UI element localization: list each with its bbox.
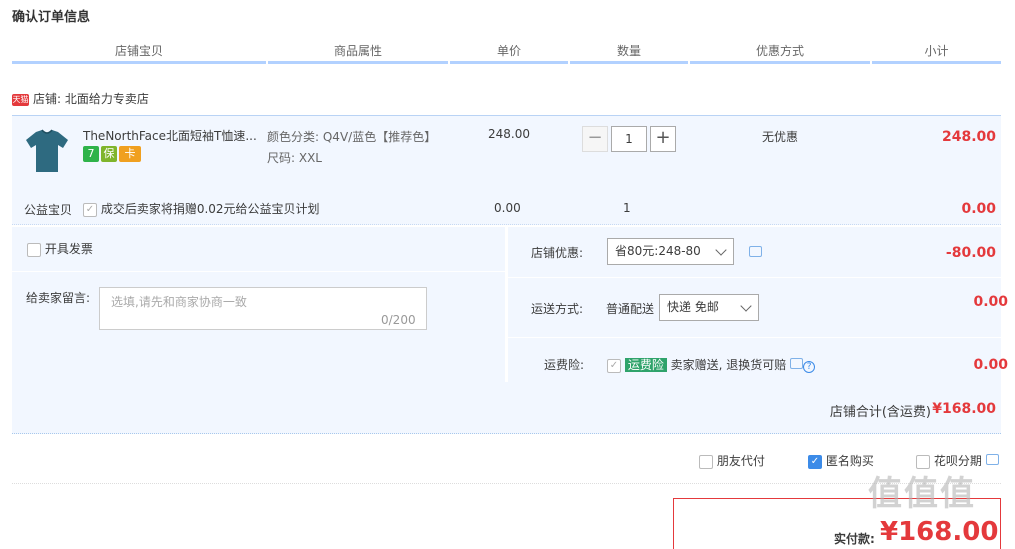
- charity-text: 成交后卖家将捐赠0.02元给公益宝贝计划: [100, 202, 320, 216]
- chevron-down-icon: [715, 244, 727, 256]
- charity-subtotal: 0.00: [961, 201, 996, 217]
- seven-day-return-icon[interactable]: 7: [83, 146, 99, 162]
- credit-card-icon[interactable]: 卡: [119, 146, 141, 162]
- shipping-option: 快递 免邮: [667, 300, 719, 314]
- unit-price: 248.00: [488, 127, 530, 141]
- insurance-amount: 0.00: [973, 357, 1008, 373]
- note-label: 给卖家留言:: [26, 291, 91, 305]
- attr-size: 尺码: XXL: [267, 151, 322, 165]
- chat-icon[interactable]: [790, 358, 804, 369]
- page-title: 确认订单信息: [12, 10, 91, 25]
- anonymous-option[interactable]: ✓ 匿名购买: [808, 452, 874, 469]
- divider: [508, 277, 1001, 278]
- charity-checkbox[interactable]: ✓: [83, 202, 97, 217]
- divider: [12, 483, 1001, 484]
- shop-line[interactable]: 天猫 店铺: 北面给力专卖店: [12, 90, 149, 107]
- insurance-row: ✓ 运费险 卖家赠送, 退换货可赔 ?: [607, 356, 816, 373]
- service-badges: 7保卡: [83, 146, 143, 162]
- shop-total-label: 店铺合计(含运费): [829, 405, 931, 420]
- shop-discount-amount: -80.00: [945, 245, 996, 261]
- promo-method: 无优惠: [762, 130, 799, 144]
- friend-pay-label: 朋友代付: [716, 454, 765, 468]
- shop-name[interactable]: 店铺: 北面给力专卖店: [33, 92, 149, 106]
- tmall-icon: 天猫: [12, 93, 29, 106]
- shipping-label: 运送方式:: [531, 302, 584, 316]
- charity-price: 0.00: [494, 201, 521, 215]
- pay-label: 实付款:: [834, 532, 875, 546]
- shop-total-value: ¥168.00: [932, 401, 996, 417]
- shop-discount-select[interactable]: 省80元:248-80: [607, 238, 734, 265]
- anonymous-checkbox[interactable]: ✓: [808, 454, 822, 469]
- anonymous-label: 匿名购买: [825, 454, 874, 468]
- col-header-qty: 数量: [570, 44, 688, 64]
- col-header-subtotal: 小计: [872, 44, 1001, 64]
- note-placeholder: 选填,请先和商家协商一致: [111, 295, 247, 309]
- help-icon[interactable]: ?: [803, 361, 816, 373]
- qty-plus-button[interactable]: +: [650, 126, 676, 152]
- col-header-item: 店铺宝贝: [12, 44, 266, 64]
- shipping-type: 普通配送: [606, 302, 655, 316]
- shop-discount-label: 店铺优惠:: [531, 246, 584, 260]
- friend-pay-option[interactable]: 朋友代付: [699, 452, 765, 469]
- divider: [508, 337, 1001, 338]
- quantity-stepper: − 1 +: [582, 126, 676, 152]
- product-attributes: 颜色分类: Q4V/蓝色【推荐色】 尺码: XXL: [267, 127, 436, 169]
- item-subtotal: 248.00: [941, 129, 996, 145]
- qty-input[interactable]: 1: [611, 126, 647, 152]
- invoice-option[interactable]: 开具发票: [27, 240, 93, 257]
- watermark-logo: 值值值: [868, 474, 976, 514]
- insurance-label: 运费险:: [544, 358, 585, 372]
- col-header-price: 单价: [450, 44, 568, 64]
- invoice-label: 开具发票: [44, 242, 93, 256]
- product-name-link[interactable]: TheNorthFace北面短袖T恤速...: [83, 127, 261, 144]
- chevron-down-icon: [740, 300, 752, 312]
- guarantee-icon[interactable]: 保: [101, 146, 117, 162]
- col-header-attr: 商品属性: [268, 44, 448, 64]
- shop-discount-value: 省80元:248-80: [615, 244, 701, 258]
- pay-value: ¥168.00: [880, 517, 999, 547]
- insurance-badge: 运费险: [624, 358, 667, 372]
- note-counter: 0/200: [381, 313, 416, 327]
- friend-pay-checkbox[interactable]: [699, 454, 713, 469]
- shipping-amount: 0.00: [973, 294, 1008, 310]
- charity-label: 公益宝贝: [24, 203, 73, 217]
- invoice-checkbox[interactable]: [27, 242, 41, 257]
- charity-qty: 1: [623, 201, 631, 215]
- charity-row: ✓ 成交后卖家将捐赠0.02元给公益宝贝计划: [83, 200, 320, 217]
- divider: [12, 271, 505, 272]
- attr-color: 颜色分类: Q4V/蓝色【推荐色】: [267, 130, 437, 144]
- insurance-checkbox[interactable]: ✓: [607, 358, 621, 373]
- shipping-select[interactable]: 快递 免邮: [659, 294, 759, 321]
- qty-minus-button[interactable]: −: [582, 126, 608, 152]
- insurance-text: 卖家赠送, 退换货可赔: [670, 358, 787, 372]
- chat-icon[interactable]: [985, 454, 999, 465]
- product-thumbnail[interactable]: [22, 126, 72, 176]
- chat-icon[interactable]: [749, 246, 762, 257]
- col-header-promo: 优惠方式: [690, 44, 870, 64]
